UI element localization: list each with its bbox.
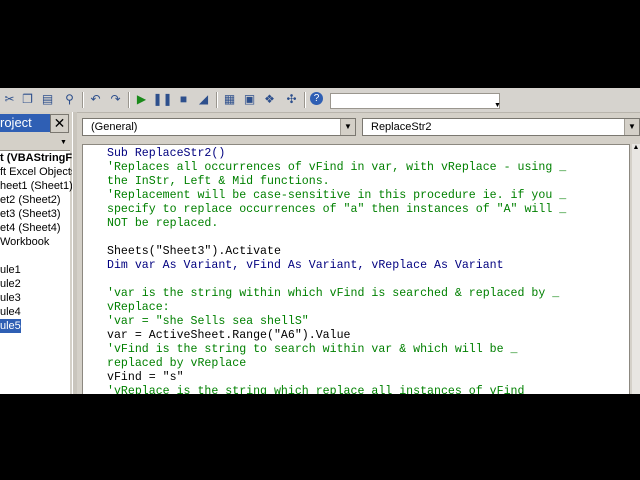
- object-browser-icon[interactable]: ❖: [262, 92, 277, 107]
- project-pane-toolbar: ▼: [0, 136, 70, 150]
- tree-node-module4[interactable]: ule4: [0, 305, 21, 319]
- pane-splitter[interactable]: [72, 112, 77, 394]
- code-line: 'Replacement will be case-sensitive in t…: [107, 189, 567, 202]
- tree-node-module5[interactable]: ule5: [0, 319, 21, 333]
- help-icon[interactable]: ?: [310, 92, 323, 105]
- code-line: the InStr, Left & Mid functions.: [107, 175, 330, 188]
- code-line: var = ActiveSheet.Range("A6").Value: [107, 329, 351, 342]
- copy-icon[interactable]: ❐: [20, 92, 35, 107]
- run-icon[interactable]: ▶: [134, 92, 149, 107]
- standard-toolbar: ✂ ❐ ▤ ⚲ ↶ ↷ ▶ ❚❚ ■ ◢ ▦ ▣ ❖ ✣ ? ▼: [0, 88, 640, 113]
- position-box: [330, 93, 500, 109]
- tree-node-sheet3[interactable]: et3 (Sheet3): [0, 207, 61, 221]
- chevron-down-icon[interactable]: ▼: [340, 119, 355, 135]
- code-window: (General) ▼ ReplaceStr2 ▼ Sub ReplaceStr…: [78, 114, 640, 394]
- undo-icon[interactable]: ↶: [88, 92, 103, 107]
- properties-icon[interactable]: ▣: [242, 92, 257, 107]
- project-explorer-pane: roject ✕ ▼ t (VBAStringF ft Excel Object…: [0, 112, 76, 394]
- toolbar-separator: [128, 92, 130, 108]
- code-line: Sub ReplaceStr2(): [107, 147, 226, 160]
- code-line: 'var is the string within which vFind is…: [107, 287, 560, 300]
- vertical-scrollbar[interactable]: ▲: [632, 144, 640, 394]
- project-tree[interactable]: t (VBAStringF ft Excel Objects heet1 (Sh…: [0, 150, 76, 394]
- code-line: replaced by vReplace: [107, 357, 247, 370]
- code-line: 'vFind is the string to search within va…: [107, 343, 518, 356]
- scroll-up-icon[interactable]: ▲: [632, 144, 640, 154]
- vba-editor-window: ✂ ❐ ▤ ⚲ ↶ ↷ ▶ ❚❚ ■ ◢ ▦ ▣ ❖ ✣ ? ▼ roject …: [0, 88, 640, 394]
- code-line: vReplace:: [107, 301, 170, 314]
- toolbar-separator: [82, 92, 84, 108]
- toolbox-icon[interactable]: ✣: [284, 92, 299, 107]
- close-icon[interactable]: ✕: [50, 114, 69, 133]
- paste-icon[interactable]: ▤: [40, 92, 55, 107]
- code-line: specify to replace occurrences of "a" th…: [107, 203, 567, 216]
- tree-node-sheet2[interactable]: et2 (Sheet2): [0, 193, 61, 207]
- project-pane-title: roject: [0, 114, 50, 132]
- code-line: 'vReplace is the string which replace al…: [107, 385, 525, 394]
- code-editor[interactable]: Sub ReplaceStr2() 'Replaces all occurren…: [82, 144, 630, 394]
- tree-node-project[interactable]: t (VBAStringF: [0, 151, 72, 165]
- chevron-down-icon[interactable]: ▼: [624, 119, 639, 135]
- toolbar-options-icon[interactable]: ▼: [494, 102, 501, 109]
- find-icon[interactable]: ⚲: [62, 92, 77, 107]
- project-explorer-icon[interactable]: ▦: [222, 92, 237, 107]
- object-combo[interactable]: (General) ▼: [82, 118, 356, 136]
- toolbar-separator: [304, 92, 306, 108]
- code-line: Dim var As Variant, vFind As Variant, vR…: [107, 259, 504, 272]
- tree-node-thisworkbook[interactable]: Workbook: [0, 235, 49, 249]
- cut-icon[interactable]: ✂: [2, 92, 17, 107]
- code-line: vFind = "s": [107, 371, 184, 384]
- tree-node-sheet4[interactable]: et4 (Sheet4): [0, 221, 61, 235]
- tree-node-sheet1[interactable]: heet1 (Sheet1): [0, 179, 73, 193]
- tree-node-excel-objects[interactable]: ft Excel Objects: [0, 165, 76, 179]
- chevron-down-icon[interactable]: ▼: [60, 139, 67, 146]
- design-mode-icon[interactable]: ◢: [196, 92, 211, 107]
- code-line: NOT be replaced.: [107, 217, 219, 230]
- toolbar-separator: [216, 92, 218, 108]
- code-line: Sheets("Sheet3").Activate: [107, 245, 281, 258]
- tree-node-module2[interactable]: ule2: [0, 277, 21, 291]
- tree-node-module1[interactable]: ule1: [0, 263, 21, 277]
- break-icon[interactable]: ❚❚: [152, 92, 172, 107]
- code-line: 'var = "she Sells sea shellS": [107, 315, 309, 328]
- redo-icon[interactable]: ↷: [108, 92, 123, 107]
- code-line: 'Replaces all occurrences of vFind in va…: [107, 161, 567, 174]
- reset-icon[interactable]: ■: [176, 92, 191, 107]
- tree-node-module3[interactable]: ule3: [0, 291, 21, 305]
- procedure-combo[interactable]: ReplaceStr2 ▼: [362, 118, 640, 136]
- procedure-combo-value: ReplaceStr2: [371, 121, 432, 133]
- object-combo-value: (General): [91, 121, 138, 133]
